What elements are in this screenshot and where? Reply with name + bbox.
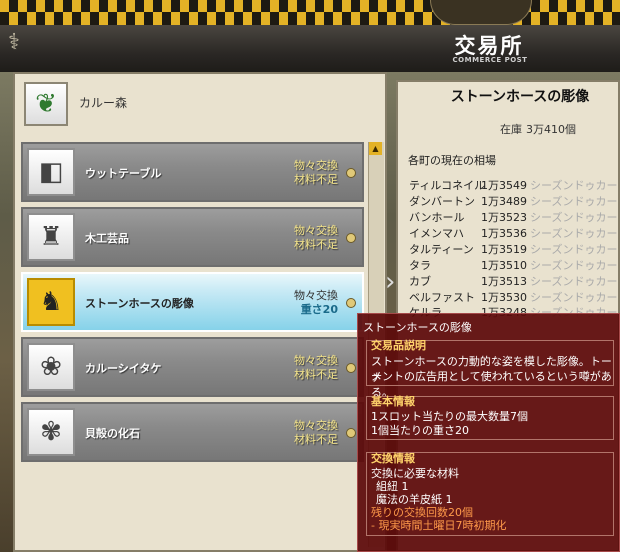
trade-item-0[interactable]: ◧ ウットテーブル 物々交換 材料不足 [21,142,364,202]
price-town: タルティーン [409,243,474,256]
item-name: 貝殻の化石 [85,427,140,440]
tooltip-reset-time: - 現実時間土曜日7時初期化 [371,519,507,532]
item-status: 材料不足 [294,238,338,251]
price-value: 1万3549 [481,179,527,192]
price-value: 1万3536 [481,227,527,240]
price-heading: 各町の現在の相場 [408,154,496,167]
item-weight: 重さ20 [300,303,338,316]
status-dot-icon [346,233,356,243]
stock-label: 在庫 [500,123,522,136]
price-value: 1万3523 [481,211,527,224]
window-subtitle: COMMERCE POST [452,56,528,64]
price-town: ベルファスト [409,291,475,304]
location-emblem-icon: ❦ [24,82,68,126]
location-name: カルー森 [79,96,128,110]
tooltip-title: ストーンホースの彫像 [363,321,472,334]
shell-fossil-icon: ✾ [27,408,75,456]
tooltip-basic-heading: 基本情報 [371,395,415,408]
price-route: シーズンドゥカー [530,243,618,256]
item-status: 材料不足 [294,433,338,446]
stock-value: 3万410個 [526,123,576,136]
scroll-up-icon[interactable]: ▲ [369,142,382,155]
price-town: カブ [409,275,431,288]
item-name: 木工芸品 [85,232,129,245]
trade-item-3[interactable]: ❀ カルーシイタケ 物々交換 材料不足 [21,337,364,397]
price-value: 1万3510 [481,259,527,272]
trade-item-2[interactable]: ♞ ストーンホースの彫像 物々交換 重さ20 [21,272,364,332]
item-name: カルーシイタケ [85,362,162,375]
price-town: バンホール [409,211,465,224]
price-value: 1万3530 [481,291,527,304]
tooltip-basic-line: 1個当たりの重さ20 [371,424,469,437]
price-town: イメンマハ [409,227,464,240]
price-route: シーズンドゥカー [530,275,618,288]
item-status: 材料不足 [294,173,338,186]
tooltip-description-heading: 交易品説明 [371,339,426,352]
price-value: 1万3513 [481,275,527,288]
price-value: 1万3519 [481,243,527,256]
tooltip-exchange-heading: 交換情報 [371,452,415,465]
status-dot-icon [346,168,356,178]
item-status: 材料不足 [294,368,338,381]
trade-item-4[interactable]: ✾ 貝殻の化石 物々交換 材料不足 [21,402,364,462]
item-name: ストーンホースの彫像 [85,297,194,310]
price-town: ティルコネイル [409,179,486,192]
table-icon: ◧ [27,148,75,196]
item-name: ウットテーブル [85,167,162,180]
price-route: シーズンドゥカー [530,211,618,224]
figurine-icon: ♜ [27,213,75,261]
ornament [430,0,532,25]
price-route: シーズンドゥカー [530,195,618,208]
detail-title: ストーンホースの彫像 [450,89,590,105]
price-route: シーズンドゥカー [530,227,618,240]
price-value: 1万3489 [481,195,527,208]
status-dot-icon [346,428,356,438]
mushroom-icon: ❀ [27,343,75,391]
price-route: シーズンドゥカー [530,259,618,272]
price-town: ダンバートン [409,195,475,208]
price-route: シーズンドゥカー [530,179,618,192]
status-dot-icon [346,363,356,373]
price-route: シーズンドゥカー [530,291,618,304]
price-town: タラ [409,259,431,272]
caduceus-icon: ⚕ [8,30,20,55]
horse-statue-icon: ♞ [27,278,75,326]
status-dot-icon [346,298,356,308]
trade-item-1[interactable]: ♜ 木工芸品 物々交換 材料不足 [21,207,364,267]
